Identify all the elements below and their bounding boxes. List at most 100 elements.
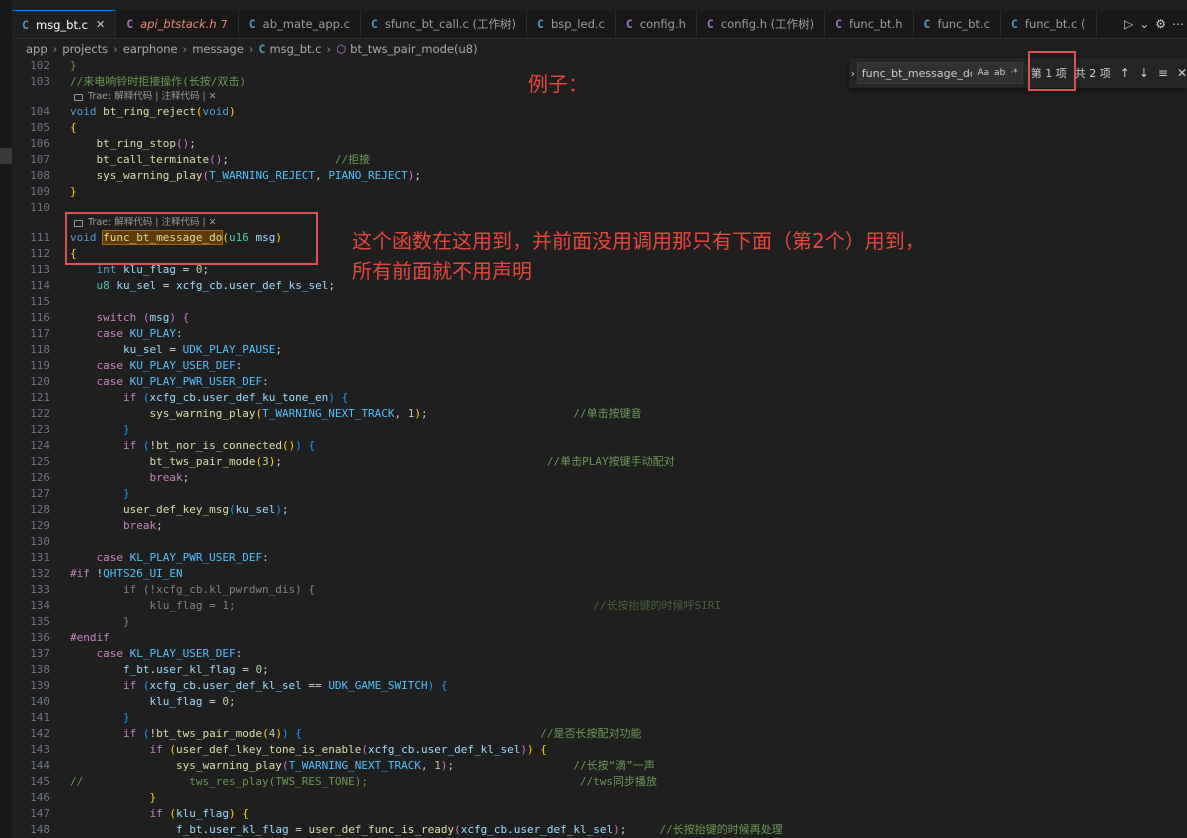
code-line[interactable]: }	[70, 486, 130, 502]
code-editor[interactable]: 102 103 104 105 106 107 108 109 110 111 112 113 114 1…	[12, 58, 1187, 838]
tab-9[interactable]: Cfunc_bt.c (	[1001, 10, 1097, 38]
code-line[interactable]: klu_flag = 1; //长按抬键的时候呼SIRI	[70, 598, 720, 614]
breadcrumb-item[interactable]: message	[192, 42, 244, 56]
arrow-up-icon[interactable]: ↑	[1120, 66, 1130, 80]
code-line[interactable]: case KL_PLAY_PWR_USER_DEF:	[70, 550, 269, 566]
regex-icon[interactable]: ·*	[1010, 68, 1017, 78]
breadcrumb-item[interactable]: bt_tws_pair_mode(u8)	[350, 42, 477, 56]
code-line[interactable]: // tws_res_play(TWS_RES_TONE); //tws同步播放	[70, 774, 657, 790]
breadcrumb-item[interactable]: msg_bt.c	[269, 42, 321, 56]
code-token: sys_warning_play	[175, 759, 282, 772]
code-line[interactable]: sys_warning_play(T_WARNING_NEXT_TRACK, 1…	[70, 406, 641, 422]
toggle-replace-icon[interactable]: ›	[849, 67, 857, 80]
code-line[interactable]: }	[70, 58, 77, 74]
code-line[interactable]: klu_flag = 0;	[70, 694, 235, 710]
match-case-icon[interactable]: Aa	[977, 68, 989, 78]
line-number-gutter: 102 103 104 105 106 107 108 109 110 111 112 113 114 1…	[12, 58, 56, 838]
code-line[interactable]: bt_ring_stop();	[70, 136, 196, 152]
breadcrumb-item[interactable]: projects	[62, 42, 108, 56]
line-number: 113	[30, 263, 50, 276]
code-line[interactable]: bt_tws_pair_mode(3); //单击PLAY按键手动配对	[70, 454, 674, 470]
line-number: 131	[30, 551, 50, 564]
code-line[interactable]: }	[70, 184, 77, 200]
code-line[interactable]: if (user_def_lkey_tone_is_enable(xcfg_cb…	[70, 742, 546, 758]
tab-0[interactable]: Cmsg_bt.c ✕	[12, 10, 117, 38]
code-line[interactable]: if (!xcfg_cb.kl_pwrdwn_dis) {	[70, 582, 315, 598]
code-line[interactable]: f_bt.user_kl_flag = 0;	[70, 662, 269, 678]
match-whole-word-icon[interactable]: ab	[994, 68, 1005, 78]
code-line[interactable]: //来电响铃时拒接操作(长按/双击)	[70, 74, 246, 90]
tab-7[interactable]: Cfunc_bt.h	[825, 10, 914, 38]
code-line[interactable]: switch (msg) {	[70, 310, 190, 326]
code-line[interactable]: if (xcfg_cb.user_def_ku_tone_en) {	[70, 390, 348, 406]
code-line[interactable]: break;	[70, 470, 189, 486]
code-line[interactable]: case KU_PLAY_USER_DEF:	[70, 358, 243, 374]
code-line[interactable]: u8 ku_sel = xcfg_cb.user_def_ks_sel;	[70, 278, 335, 294]
editor-actions: ▷ ⌄ ⚙ ⋯	[1121, 10, 1187, 38]
more-actions-icon[interactable]: ⋯	[1172, 17, 1184, 31]
code-line[interactable]: if (klu_flag) {	[70, 806, 248, 822]
breadcrumb-item[interactable]: earphone	[123, 42, 178, 56]
find-in-selection-icon[interactable]: ≡	[1158, 66, 1168, 80]
breadcrumb-item[interactable]: app	[26, 42, 48, 56]
code-token: //是否长按配对功能	[540, 727, 642, 740]
close-icon[interactable]: ✕	[96, 18, 105, 31]
code-line[interactable]: #endif	[70, 630, 110, 646]
line-number: 124	[30, 439, 50, 452]
code-line[interactable]: }	[70, 614, 130, 630]
code-line[interactable]: f_bt. user_kl_flag = user_def_func_is_rea…	[70, 822, 783, 838]
gear-icon[interactable]: ⚙	[1155, 17, 1166, 31]
code-line[interactable]: if (!bt_tws_pair_mode(4)) { //是否长按配对功能	[70, 726, 642, 742]
code-line[interactable]: }	[70, 422, 130, 438]
ai-codelens[interactable]: Trae: 解释代码 | 注释代码 | ✕	[74, 91, 217, 103]
tab-1[interactable]: Capi_btstack.h 7	[116, 10, 239, 38]
codelens-label[interactable]: Trae: 解释代码 | 注释代码 | ✕	[88, 91, 217, 103]
tab-8[interactable]: Cfunc_bt.c	[914, 10, 1001, 38]
code-line[interactable]: sys_warning_play(T_WARNING_REJECT, PIANO…	[70, 168, 422, 184]
find-query-text[interactable]: func_bt_message_do	[862, 67, 973, 80]
example-annotation: 例子：	[528, 72, 588, 96]
tab-4[interactable]: Cbsp_led.c	[527, 10, 616, 38]
code-token: )	[527, 743, 534, 756]
tab-3[interactable]: Csfunc_bt_call.c (工作树)	[361, 10, 528, 38]
line-number: 130	[30, 535, 50, 548]
code-token: ;	[156, 519, 163, 532]
find-input[interactable]: func_bt_message_do Aa ab ·*	[856, 62, 1023, 84]
play-icon[interactable]: ▷	[1124, 17, 1133, 31]
code-line[interactable]: void bt_ring_reject(void)	[70, 104, 236, 120]
code-line[interactable]: case KL_PLAY_USER_DEF:	[70, 646, 243, 662]
code-line[interactable]: case KU_PLAY:	[70, 326, 183, 342]
code-token: klu_flag = 1;	[149, 599, 236, 612]
line-number: 115	[30, 295, 50, 308]
arrow-down-icon[interactable]: ↓	[1139, 66, 1149, 80]
code-token: }	[122, 711, 130, 724]
code-line[interactable]: #if !QHTS26_UI_EN	[70, 566, 183, 582]
code-line[interactable]: {	[70, 120, 77, 136]
code-token: user_def_ks_sel	[228, 279, 329, 292]
code-line[interactable]: sys_warning_play(T_WARNING_NEXT_TRACK, 1…	[70, 758, 655, 774]
tab-2[interactable]: Cab_mate_app.c	[239, 10, 361, 38]
code-line[interactable]: break;	[70, 518, 163, 534]
close-icon[interactable]: ✕	[1177, 66, 1187, 80]
tab-label: func_bt.c (	[1024, 17, 1086, 31]
code-line[interactable]: if (xcfg_cb.user_def_kl_sel == UDK_GAME_…	[70, 678, 448, 694]
code-line[interactable]: }	[70, 790, 156, 806]
code-line[interactable]: user_def_key_msg(ku_sel);	[70, 502, 289, 518]
tab-6[interactable]: Cconfig.h (工作树)	[697, 10, 826, 38]
code-token: //拒接	[334, 153, 371, 166]
code-line[interactable]: if (!bt_nor_is_connected()) {	[70, 438, 315, 454]
code-line[interactable]: ku_sel = UDK_PLAY_PAUSE;	[70, 342, 282, 358]
code-area[interactable]: } //来电响铃时拒接操作(长按/双击) Trae: 解释代码 | 注释代码 | ✕…	[70, 58, 1170, 838]
code-line[interactable]: }	[70, 710, 130, 726]
code-token: if	[149, 807, 170, 820]
chevron-down-icon[interactable]: ⌄	[1139, 17, 1149, 31]
tab-5[interactable]: Cconfig.h	[616, 10, 697, 38]
code-token: ,	[394, 407, 408, 420]
code-line[interactable]: bt_call_terminate(); //拒接	[70, 152, 371, 168]
code-line[interactable]: case KU_PLAY_PWR_USER_DEF:	[70, 374, 269, 390]
